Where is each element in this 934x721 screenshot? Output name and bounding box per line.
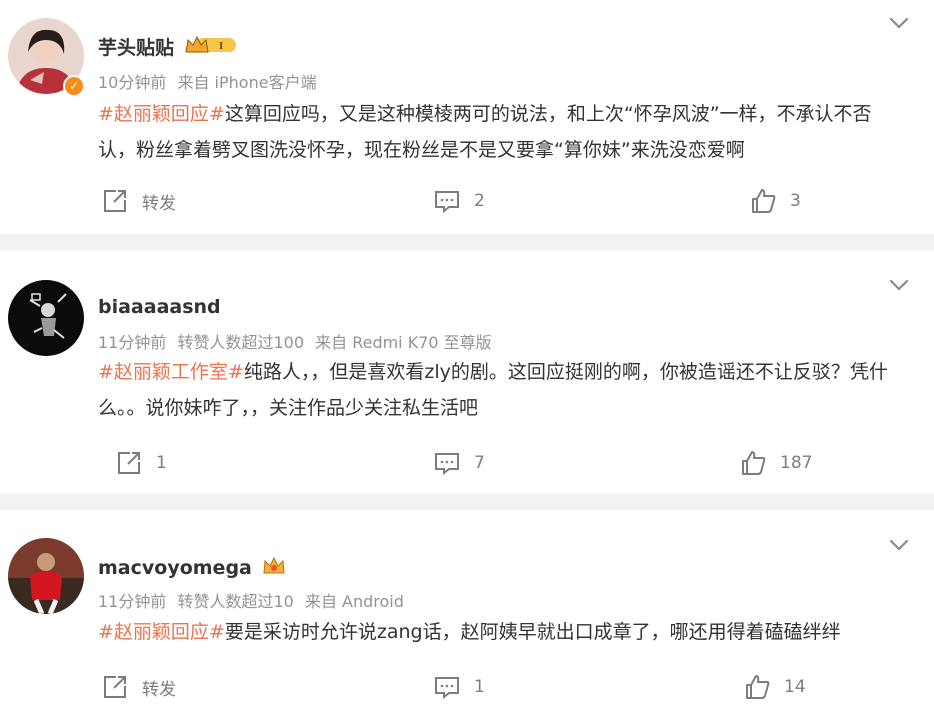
post-1: ✓ 芋头贴贴 I 10分钟前 来自 iPhone客户端 #赵丽颖回应#这算回应吗… [0,0,934,234]
verified-icon: ✓ [63,75,85,97]
timestamp: 11分钟前 [98,333,167,352]
username[interactable]: 芋头贴贴 [98,33,174,60]
comment-icon [435,453,459,476]
comment-button[interactable]: 2 [434,188,485,214]
repost-count: 1 [156,453,167,473]
crown-level-icon[interactable]: I [184,34,240,60]
like-count: 3 [790,191,801,211]
comment-count: 1 [474,677,485,697]
post-meta: 11分钟前 转赞人数超过10 来自 Android [98,588,410,612]
comment-icon [435,191,459,214]
repost-icon [104,676,126,698]
crown-fan-icon[interactable] [262,555,286,581]
source: 来自 iPhone客户端 [177,73,317,92]
comment-button[interactable]: 7 [434,450,485,476]
like-icon [746,675,770,699]
chevron-down-icon[interactable] [888,534,910,556]
like-icon [752,189,776,213]
chevron-down-icon[interactable] [888,12,910,34]
like-button[interactable]: 187 [740,450,812,476]
avatar[interactable] [8,280,84,356]
avatar[interactable] [8,538,84,614]
post-text: #赵丽颖回应#要是采访时允许说zang话，赵阿姨早就出口成章了，哪还用得着磕磕绊… [98,614,908,650]
like-count: 187 [780,453,813,473]
repost-label: 转发 [142,193,176,214]
repost-icon [104,190,126,212]
divider [0,494,934,510]
repost-button[interactable]: 转发 [102,188,176,214]
repost-icon [118,452,140,474]
username[interactable]: biaaaaasnd [98,296,221,318]
like-count: 14 [784,677,806,697]
comment-count: 2 [474,191,485,211]
post-text: #赵丽颖回应#这算回应吗，又是这种模棱两可的说法，和上次“怀孕风波”一样，不承认… [98,96,908,168]
like-icon [742,451,766,475]
comment-count: 7 [474,453,485,473]
post-2: biaaaaasnd 11分钟前 转赞人数超过100 来自 Redmi K70 … [0,250,934,494]
level-badge-text: I [219,40,223,52]
comment-icon [435,677,459,700]
post-body: 要是采访时允许说zang话，赵阿姨早就出口成章了，哪还用得着磕磕绊绊 [224,621,841,643]
timestamp: 11分钟前 [98,592,167,611]
like-button[interactable]: 3 [750,188,801,214]
repost-label: 转发 [142,679,176,700]
post-3: macvoyomega 11分钟前 转赞人数超过10 来自 Android #赵… [0,510,934,721]
popularity: 转赞人数超过100 [177,333,305,352]
divider [0,234,934,250]
post-text: #赵丽颖工作室#纯路人，，但是喜欢看zly的剧。这回应挺刚的啊，你被造谣还不让反… [98,354,908,426]
hashtag-link[interactable]: #赵丽颖工作室# [98,361,244,383]
username[interactable]: macvoyomega [98,557,252,579]
like-button[interactable]: 14 [744,674,806,700]
post-meta: 11分钟前 转赞人数超过100 来自 Redmi K70 至尊版 [98,329,498,353]
source: 来自 Android [304,592,404,611]
timestamp: 10分钟前 [98,73,167,92]
hashtag-link[interactable]: #赵丽颖回应# [98,621,225,643]
repost-button[interactable]: 转发 [102,674,176,700]
repost-button[interactable]: 1 [116,450,167,476]
comment-button[interactable]: 1 [434,674,485,700]
popularity: 转赞人数超过10 [177,592,294,611]
hashtag-link[interactable]: #赵丽颖回应# [98,103,225,125]
post-meta: 10分钟前 来自 iPhone客户端 [98,69,323,93]
chevron-down-icon[interactable] [888,274,910,296]
source: 来自 Redmi K70 至尊版 [315,333,492,352]
